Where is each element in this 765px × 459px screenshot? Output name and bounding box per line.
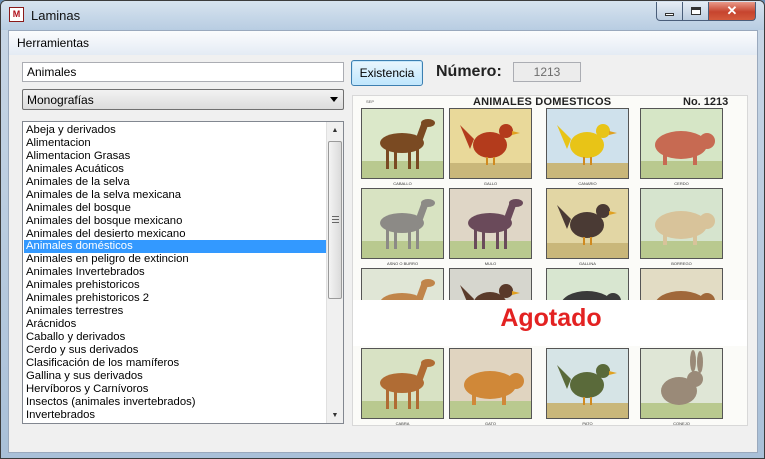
caballo-tile [361, 108, 444, 179]
list-item[interactable]: Arácnidos [24, 318, 326, 331]
scroll-thumb[interactable] [328, 141, 342, 299]
asno-tile [361, 188, 444, 259]
menu-herramientas[interactable]: Herramientas [17, 36, 89, 50]
list-item[interactable]: Clasificación de los mamíferos [24, 357, 326, 370]
list-item[interactable]: Animales prehistoricos [24, 279, 326, 292]
tile-caption: GALLINA [579, 261, 596, 266]
topic-list: Abeja y derivados Alimentacion Alimentacio… [24, 124, 326, 422]
board-title: ANIMALES DOMESTICOS [473, 96, 612, 108]
list-item[interactable]: Animales Acuáticos [24, 163, 326, 176]
list-item[interactable]: Animales del bosque [24, 202, 326, 215]
tile-caption: CONEJO [673, 421, 690, 426]
title-bar[interactable]: M Laminas ✕ [1, 1, 764, 30]
existencia-button[interactable]: Existencia [351, 60, 423, 86]
gallo-tile [449, 108, 532, 179]
tile-caption: BORREGO [671, 261, 692, 266]
maximize-icon [690, 7, 701, 15]
list-item[interactable]: Caballo y derivados [24, 331, 326, 344]
scroll-down-icon[interactable]: ▼ [327, 407, 343, 423]
tile-caption: PATO [582, 421, 593, 426]
gallina-tile [546, 188, 629, 259]
list-item[interactable]: Gallina y sus derivados [24, 370, 326, 383]
list-item[interactable]: Cerdo y sus derivados [24, 344, 326, 357]
maximize-button[interactable] [682, 2, 709, 21]
cabra-tile [361, 348, 444, 419]
board-small-text: SEP [366, 99, 375, 104]
tile-caption: CABALLO [393, 181, 412, 186]
close-button[interactable]: ✕ [708, 2, 756, 21]
list-item[interactable]: Animales Invertebrados [24, 266, 326, 279]
list-item[interactable]: Animales domésticos [24, 240, 326, 254]
list-item[interactable]: Animales del desierto mexicano [24, 228, 326, 241]
scroll-up-icon[interactable]: ▲ [327, 122, 343, 138]
list-item[interactable]: Animales terrestres [24, 305, 326, 318]
menu-bar: Herramientas [9, 31, 757, 55]
tile-caption: ASNO O BURRO [386, 261, 419, 266]
list-item[interactable]: Animales de la selva [24, 176, 326, 189]
conejo-tile [640, 348, 723, 419]
vertical-scrollbar[interactable]: ▲ ▼ [326, 122, 343, 423]
app-window: M Laminas ✕ Herramientas Monografías Abe… [0, 0, 765, 459]
tile-caption: MULO [484, 261, 497, 266]
chevron-down-icon [330, 97, 338, 102]
pato-tile [546, 348, 629, 419]
list-item[interactable]: Alimentacion Grasas [24, 150, 326, 163]
minimize-button[interactable] [656, 2, 683, 21]
lamina-image: SEP ANIMALES DOMESTICOS No. 1213 CABALLO… [352, 95, 748, 426]
list-item[interactable]: Abeja y derivados [24, 124, 326, 137]
canario-tile [546, 108, 629, 179]
topic-listbox[interactable]: Abeja y derivados Alimentacion Alimentacio… [22, 121, 344, 424]
board-number: No. 1213 [683, 96, 729, 108]
list-item[interactable]: Animales en peligro de extincion [24, 253, 326, 266]
numero-label: Número: [436, 63, 502, 80]
tile-caption: CERDO [674, 181, 689, 186]
client-area: Herramientas Monografías Abeja y derivad… [8, 30, 758, 453]
tile-caption: GATO [485, 421, 496, 426]
numero-field: 1213 [513, 62, 581, 82]
list-item[interactable]: Insectos (animales invertebrados) [24, 396, 326, 409]
status-agotado: Agotado [500, 304, 602, 332]
tile-caption: CANARIO [578, 181, 597, 186]
minimize-icon [665, 12, 674, 16]
cerdo-tile [640, 108, 723, 179]
gato-tile [449, 348, 532, 419]
mulo-tile [449, 188, 532, 259]
list-item[interactable]: Hervíboros y Carnívoros [24, 383, 326, 396]
close-icon: ✕ [726, 3, 738, 18]
list-item[interactable]: Animales de la selva mexicana [24, 189, 326, 202]
category-dropdown[interactable]: Monografías [22, 89, 344, 110]
list-item[interactable]: Alimentacion [24, 137, 326, 150]
category-selected: Monografías [27, 93, 94, 107]
window-title: Laminas [31, 8, 81, 23]
tile-caption: GALLO [483, 181, 498, 186]
tile-caption: CABRA [395, 421, 410, 426]
search-input[interactable] [22, 62, 344, 82]
list-item[interactable]: Invertebrados [24, 409, 326, 422]
grip-icon [332, 216, 339, 223]
list-item[interactable]: Animales prehistoricos 2 [24, 292, 326, 305]
list-item[interactable]: Animales del bosque mexicano [24, 215, 326, 228]
borrego-tile [640, 188, 723, 259]
app-icon: M [9, 7, 24, 22]
